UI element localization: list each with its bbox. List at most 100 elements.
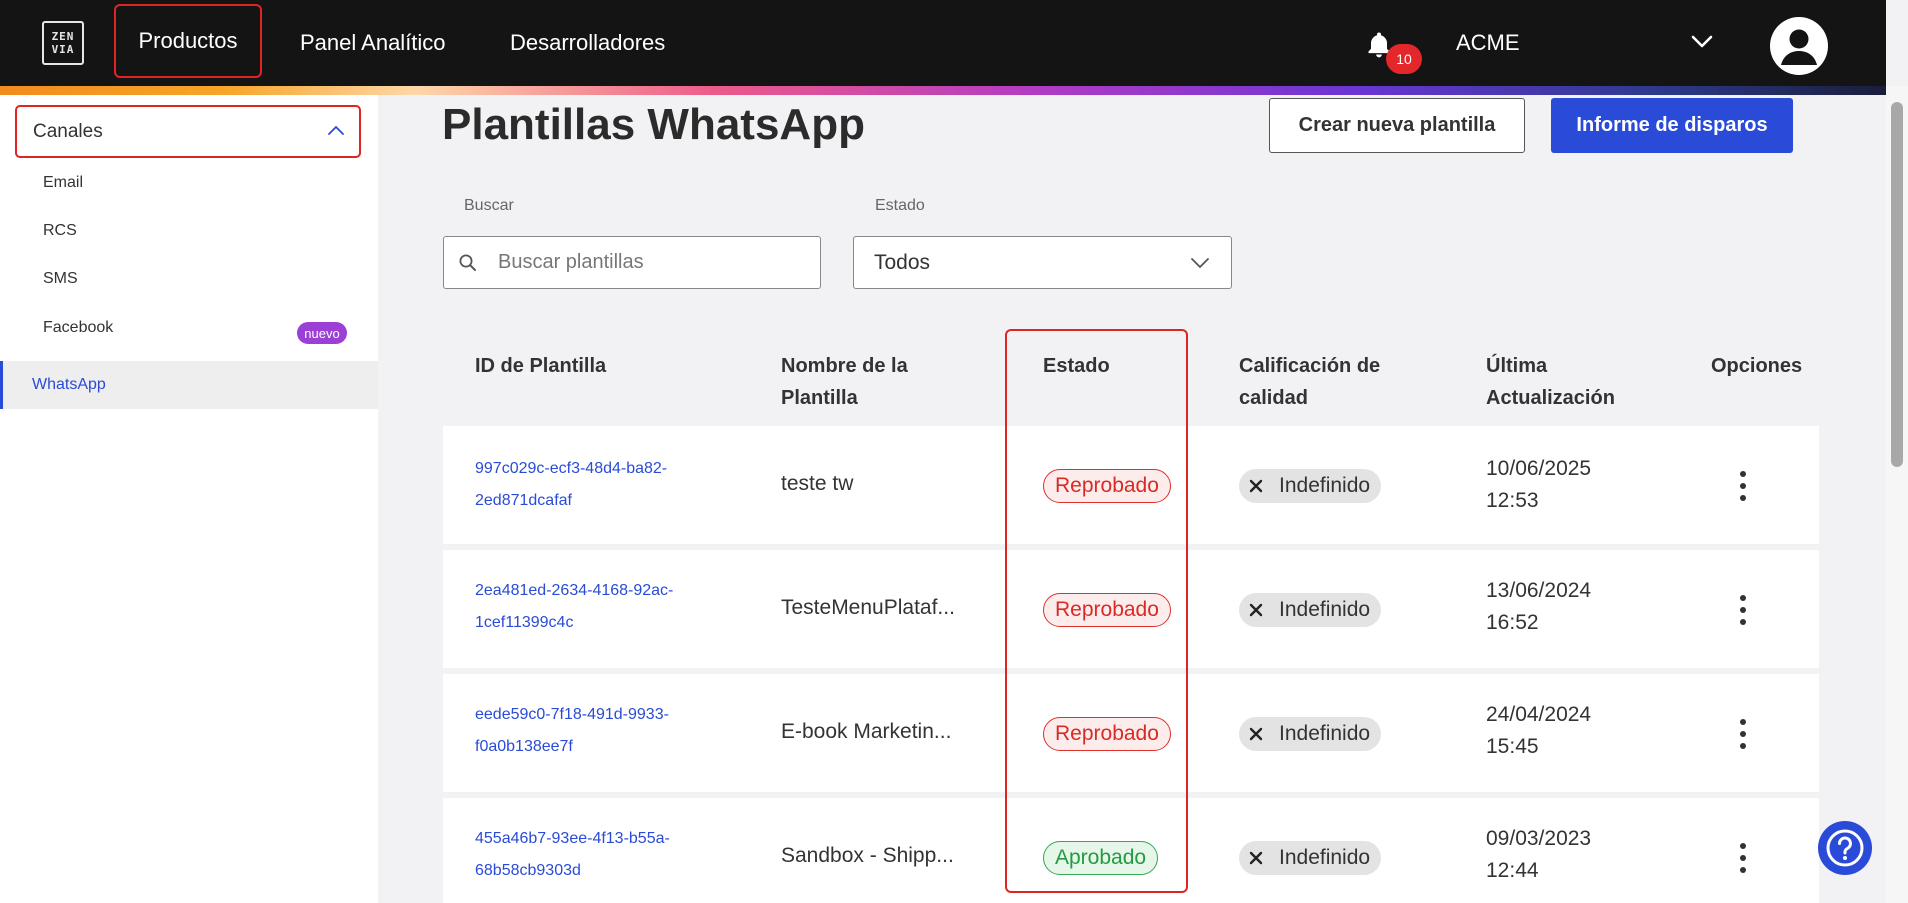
- column-header-quality-line2: calidad: [1239, 387, 1308, 409]
- sidebar-item-facebook[interactable]: Facebook: [43, 319, 113, 337]
- more-options-icon[interactable]: [1731, 466, 1755, 506]
- quality-value: Indefinido: [1279, 598, 1371, 621]
- column-header-name-line1: Nombre de la: [781, 355, 908, 377]
- quality-badge: Indefinido: [1239, 717, 1382, 751]
- nav-desarrolladores[interactable]: Desarrolladores: [510, 0, 665, 86]
- column-header-name-line2: Plantilla: [781, 387, 858, 409]
- updated-time-value: 12:44: [1486, 859, 1539, 882]
- updated-date-value: 09/03/2023: [1486, 827, 1592, 850]
- template-name: TesteMenuPlataf...: [781, 596, 955, 619]
- status-badge: Reprobado: [1043, 593, 1171, 627]
- template-id-line2: 2ed871dcafaf: [475, 492, 572, 509]
- template-id-link[interactable]: 997c029c-ecf3-48d4-ba82- 2ed871dcafaf: [475, 453, 725, 517]
- status-badge: Aprobado: [1043, 841, 1159, 875]
- table-row: eede59c0-7f18-491d-9933- f0a0b138ee7f E-…: [443, 674, 1819, 792]
- sidebar-item-email[interactable]: Email: [43, 174, 83, 192]
- help-icon: [1826, 829, 1864, 867]
- header-gradient-strip: [0, 86, 1886, 95]
- quality-value: Indefinido: [1279, 846, 1371, 869]
- more-options-icon[interactable]: [1731, 714, 1755, 754]
- status-select-value: Todos: [874, 250, 931, 274]
- updated-date: 09/03/2023 12:44: [1486, 823, 1591, 887]
- table-row: 997c029c-ecf3-48d4-ba82- 2ed871dcafaf te…: [443, 426, 1819, 544]
- create-template-button[interactable]: Crear nueva plantilla: [1269, 98, 1525, 153]
- column-header-name: Nombre de la Plantilla: [781, 350, 908, 414]
- template-id-line1: 997c029c-ecf3-48d4-ba82-: [475, 460, 668, 477]
- column-header-updated-line1: Última: [1486, 355, 1548, 377]
- close-icon: [1249, 479, 1263, 493]
- logo-line-2: VIA: [51, 43, 75, 56]
- column-header-quality-line1: Calificación de: [1239, 355, 1381, 377]
- status-badge: Reprobado: [1043, 469, 1171, 503]
- table-row: 2ea481ed-2634-4168-92ac- 1cef11399c4c Te…: [443, 550, 1819, 668]
- template-id-line1: 455a46b7-93ee-4f13-b55a-: [475, 830, 670, 847]
- close-icon: [1249, 603, 1263, 617]
- close-icon: [1249, 851, 1263, 865]
- sidebar-section-canales[interactable]: Canales: [15, 105, 361, 158]
- template-id-line2: 68b58cb9303d: [475, 862, 581, 879]
- updated-time-value: 15:45: [1486, 735, 1539, 758]
- top-navbar: ZEN VIA Productos Panel Analítico Desarr…: [0, 0, 1886, 86]
- quality-badge: Indefinido: [1239, 841, 1382, 875]
- sidebar: Canales Email RCS SMS Facebook nuevo Wha…: [0, 95, 378, 903]
- nav-panel-analitico[interactable]: Panel Analítico: [300, 0, 446, 86]
- quality-value: Indefinido: [1279, 474, 1371, 497]
- table-row: 455a46b7-93ee-4f13-b55a- 68b58cb9303d Sa…: [443, 798, 1819, 903]
- updated-time-value: 12:53: [1486, 489, 1539, 512]
- status-select[interactable]: Todos: [853, 236, 1232, 289]
- template-name: teste tw: [781, 472, 854, 495]
- sidebar-item-whatsapp[interactable]: WhatsApp: [0, 361, 378, 409]
- search-icon: [459, 254, 476, 271]
- status-badge: Reprobado: [1043, 717, 1171, 751]
- chevron-up-icon: [328, 125, 344, 135]
- notification-count-badge: 10: [1386, 44, 1422, 74]
- chevron-down-icon[interactable]: [1690, 32, 1714, 52]
- updated-date-value: 24/04/2024: [1486, 703, 1592, 726]
- column-header-updated-line2: Actualización: [1486, 387, 1615, 409]
- sidebar-section-label: Canales: [33, 120, 103, 142]
- page-title: Plantillas WhatsApp: [442, 100, 865, 149]
- template-id-line2: 1cef11399c4c: [475, 614, 574, 631]
- sidebar-item-sms[interactable]: SMS: [43, 270, 78, 288]
- quality-badge: Indefinido: [1239, 469, 1382, 503]
- sidebar-item-rcs[interactable]: RCS: [43, 222, 77, 240]
- template-id-link[interactable]: 455a46b7-93ee-4f13-b55a- 68b58cb9303d: [475, 823, 725, 887]
- nav-productos[interactable]: Productos: [114, 4, 262, 78]
- search-field[interactable]: [443, 236, 821, 289]
- template-id-link[interactable]: 2ea481ed-2634-4168-92ac- 1cef11399c4c: [475, 575, 725, 639]
- brand-logo[interactable]: ZEN VIA: [42, 21, 84, 65]
- template-id-line1: eede59c0-7f18-491d-9933-: [475, 706, 669, 723]
- user-icon: [1781, 29, 1817, 65]
- template-id-line2: f0a0b138ee7f: [475, 738, 573, 755]
- updated-date-value: 13/06/2024: [1486, 579, 1592, 602]
- user-avatar[interactable]: [1770, 17, 1828, 75]
- updated-date: 13/06/2024 16:52: [1486, 575, 1591, 639]
- help-button[interactable]: [1818, 821, 1872, 875]
- updated-time-value: 16:52: [1486, 611, 1539, 634]
- more-options-icon[interactable]: [1731, 590, 1755, 630]
- template-id-line1: 2ea481ed-2634-4168-92ac-: [475, 582, 674, 599]
- updated-date-value: 10/06/2025: [1486, 457, 1592, 480]
- quality-value: Indefinido: [1279, 722, 1371, 745]
- close-icon: [1249, 727, 1263, 741]
- org-name[interactable]: ACME: [1456, 0, 1520, 86]
- template-name: Sandbox - Shipp...: [781, 844, 954, 867]
- scrollbar-thumb[interactable]: [1891, 102, 1903, 467]
- status-label: Estado: [875, 197, 925, 214]
- quality-badge: Indefinido: [1239, 593, 1382, 627]
- updated-date: 10/06/2025 12:53: [1486, 453, 1591, 517]
- chevron-down-icon: [1191, 258, 1209, 269]
- template-id-link[interactable]: eede59c0-7f18-491d-9933- f0a0b138ee7f: [475, 699, 725, 763]
- template-name: E-book Marketin...: [781, 720, 952, 743]
- column-header-id: ID de Plantilla: [475, 355, 607, 377]
- column-header-options: Opciones: [1711, 355, 1803, 377]
- search-input[interactable]: [498, 237, 808, 287]
- column-header-status: Estado: [1043, 355, 1110, 377]
- column-header-updated: Última Actualización: [1486, 350, 1615, 414]
- more-options-icon[interactable]: [1731, 838, 1755, 878]
- logo-line-1: ZEN: [51, 30, 75, 43]
- updated-date: 24/04/2024 15:45: [1486, 699, 1591, 763]
- dispatch-report-button[interactable]: Informe de disparos: [1551, 98, 1793, 153]
- column-header-quality: Calificación de calidad: [1239, 350, 1380, 414]
- new-badge: nuevo: [297, 322, 347, 344]
